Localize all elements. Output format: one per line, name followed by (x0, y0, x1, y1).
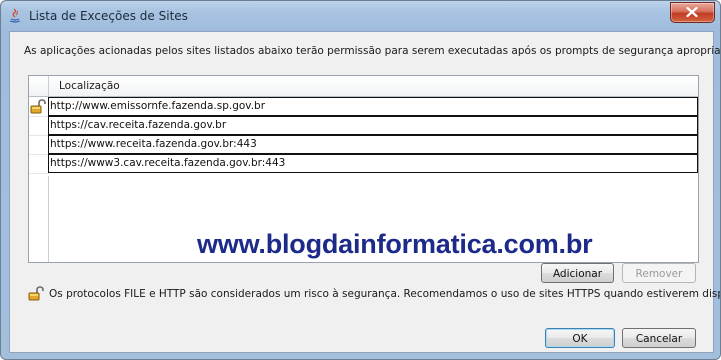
site-url-cell[interactable]: http://www.emissornfe.fazenda.sp.gov.br (48, 97, 698, 116)
table-header: Localização (29, 76, 698, 97)
row-gutter (29, 116, 49, 136)
dialog-content: As aplicações acionadas pelos sites list… (9, 31, 720, 353)
cancel-button[interactable]: Cancelar (622, 328, 696, 348)
column-header-location[interactable]: Localização (59, 80, 120, 92)
security-note: Os protocolos FILE e HTTP são considerad… (49, 288, 721, 300)
description-text: As aplicações acionadas pelos sites list… (24, 45, 721, 57)
site-exception-table[interactable]: Localização http://www.emissornfe.fazend… (28, 75, 699, 263)
ok-button[interactable]: OK (545, 328, 615, 348)
title-bar[interactable]: Lista de Exceções de Sites (1, 1, 720, 31)
row-gutter (29, 135, 49, 155)
row-gutter (29, 97, 49, 117)
remove-button[interactable]: Remover (622, 263, 696, 283)
java-icon (8, 8, 22, 23)
close-button[interactable] (670, 2, 715, 23)
table-row[interactable]: http://www.emissornfe.fazenda.sp.gov.br (29, 97, 698, 117)
table-row[interactable]: https://www.receita.fazenda.gov.br:443 (29, 135, 698, 155)
site-url-cell[interactable]: https://www.receita.fazenda.gov.br:443 (48, 135, 698, 154)
close-icon (686, 7, 698, 17)
site-url-cell[interactable]: https://cav.receita.fazenda.gov.br (48, 116, 698, 135)
site-url-cell[interactable]: https://www3.cav.receita.fazenda.gov.br:… (48, 154, 698, 173)
watermark-text: www.blogdainformatica.com.br (197, 229, 593, 259)
row-gutter (29, 154, 49, 174)
add-button[interactable]: Adicionar (541, 263, 614, 283)
dialog-window: Lista de Exceções de Sites As aplicações… (0, 0, 721, 360)
open-padlock-icon (30, 99, 46, 117)
table-row[interactable]: https://cav.receita.fazenda.gov.br (29, 116, 698, 136)
open-padlock-icon (28, 286, 44, 304)
table-row[interactable]: https://www3.cav.receita.fazenda.gov.br:… (29, 154, 698, 174)
window-title: Lista de Exceções de Sites (29, 9, 188, 23)
header-gutter (29, 76, 49, 96)
gutter-empty-area (29, 176, 49, 262)
